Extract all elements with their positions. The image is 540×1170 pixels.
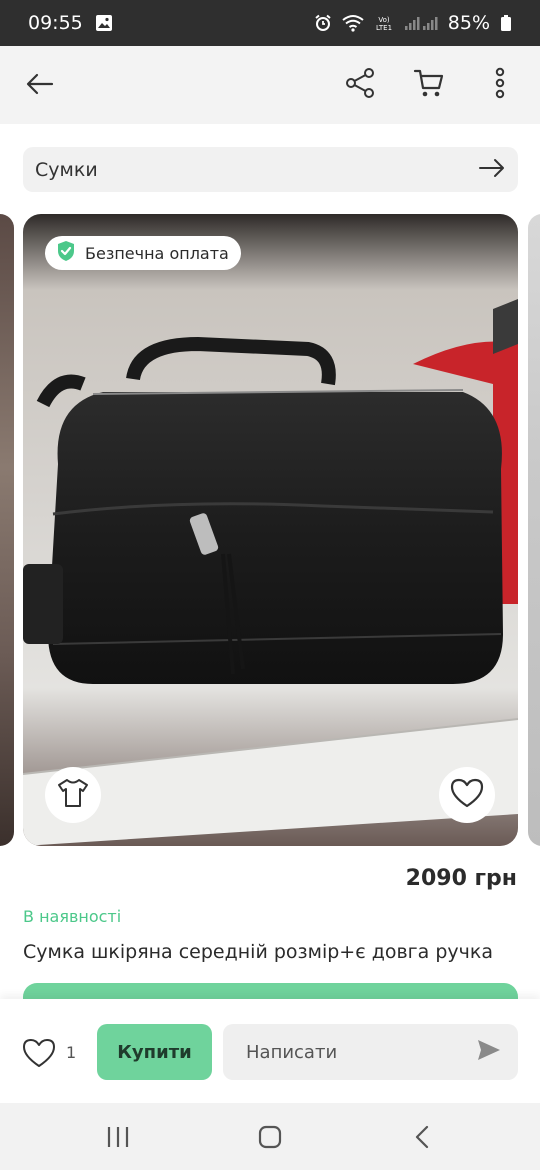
signal-icon [404,15,438,31]
size-guide-button[interactable] [45,767,101,823]
back-arrow-icon[interactable] [20,64,60,104]
recent-apps-icon[interactable] [98,1121,138,1153]
home-icon[interactable] [250,1121,290,1153]
send-icon[interactable] [476,1038,502,1067]
gallery-icon [95,14,113,32]
likes-count: 1 [66,1043,77,1062]
battery-percent: 85% [447,12,490,34]
app-bar [0,46,540,124]
back-icon[interactable] [402,1121,442,1153]
share-icon[interactable] [339,62,381,104]
volte-icon: Vo) LTE1 [374,14,394,32]
category-link[interactable]: Сумки [23,147,518,192]
message-placeholder: Написати [246,1041,338,1063]
status-time: 09:55 [28,12,83,34]
product-image-carousel[interactable]: Безпечна оплата [0,214,540,846]
product-image[interactable]: Безпечна оплата [23,214,518,846]
product-title: Сумка шкіряна середній розмір+є довга ру… [23,941,493,963]
more-vertical-icon[interactable] [480,62,520,104]
svg-text:LTE1: LTE1 [376,24,392,32]
safe-payment-badge: Безпечна оплата [45,236,241,270]
battery-icon [500,14,512,32]
wifi-icon [342,14,364,32]
bag-photo [23,214,518,846]
arrow-right-icon [478,157,506,183]
previous-image-peek[interactable] [0,214,14,846]
product-price: 2090 грн [405,866,517,891]
next-image-peek[interactable] [528,214,540,846]
partial-green-button[interactable] [23,983,518,999]
message-input[interactable]: Написати [223,1024,518,1080]
buy-button[interactable]: Купити [97,1024,212,1080]
availability-status: В наявності [23,907,122,926]
cart-icon[interactable] [408,62,450,104]
like-heart-icon[interactable] [20,1036,58,1070]
svg-text:Vo): Vo) [378,16,390,24]
shield-check-icon [55,240,77,266]
tshirt-icon [57,778,89,812]
system-nav-bar [0,1103,540,1170]
safe-payment-label: Безпечна оплата [85,243,229,263]
category-label: Сумки [35,158,98,181]
favorite-button[interactable] [439,767,495,823]
alarm-icon [314,14,332,32]
status-bar: 09:55 Vo) LTE1 85% [0,0,540,46]
heart-icon [450,778,484,812]
